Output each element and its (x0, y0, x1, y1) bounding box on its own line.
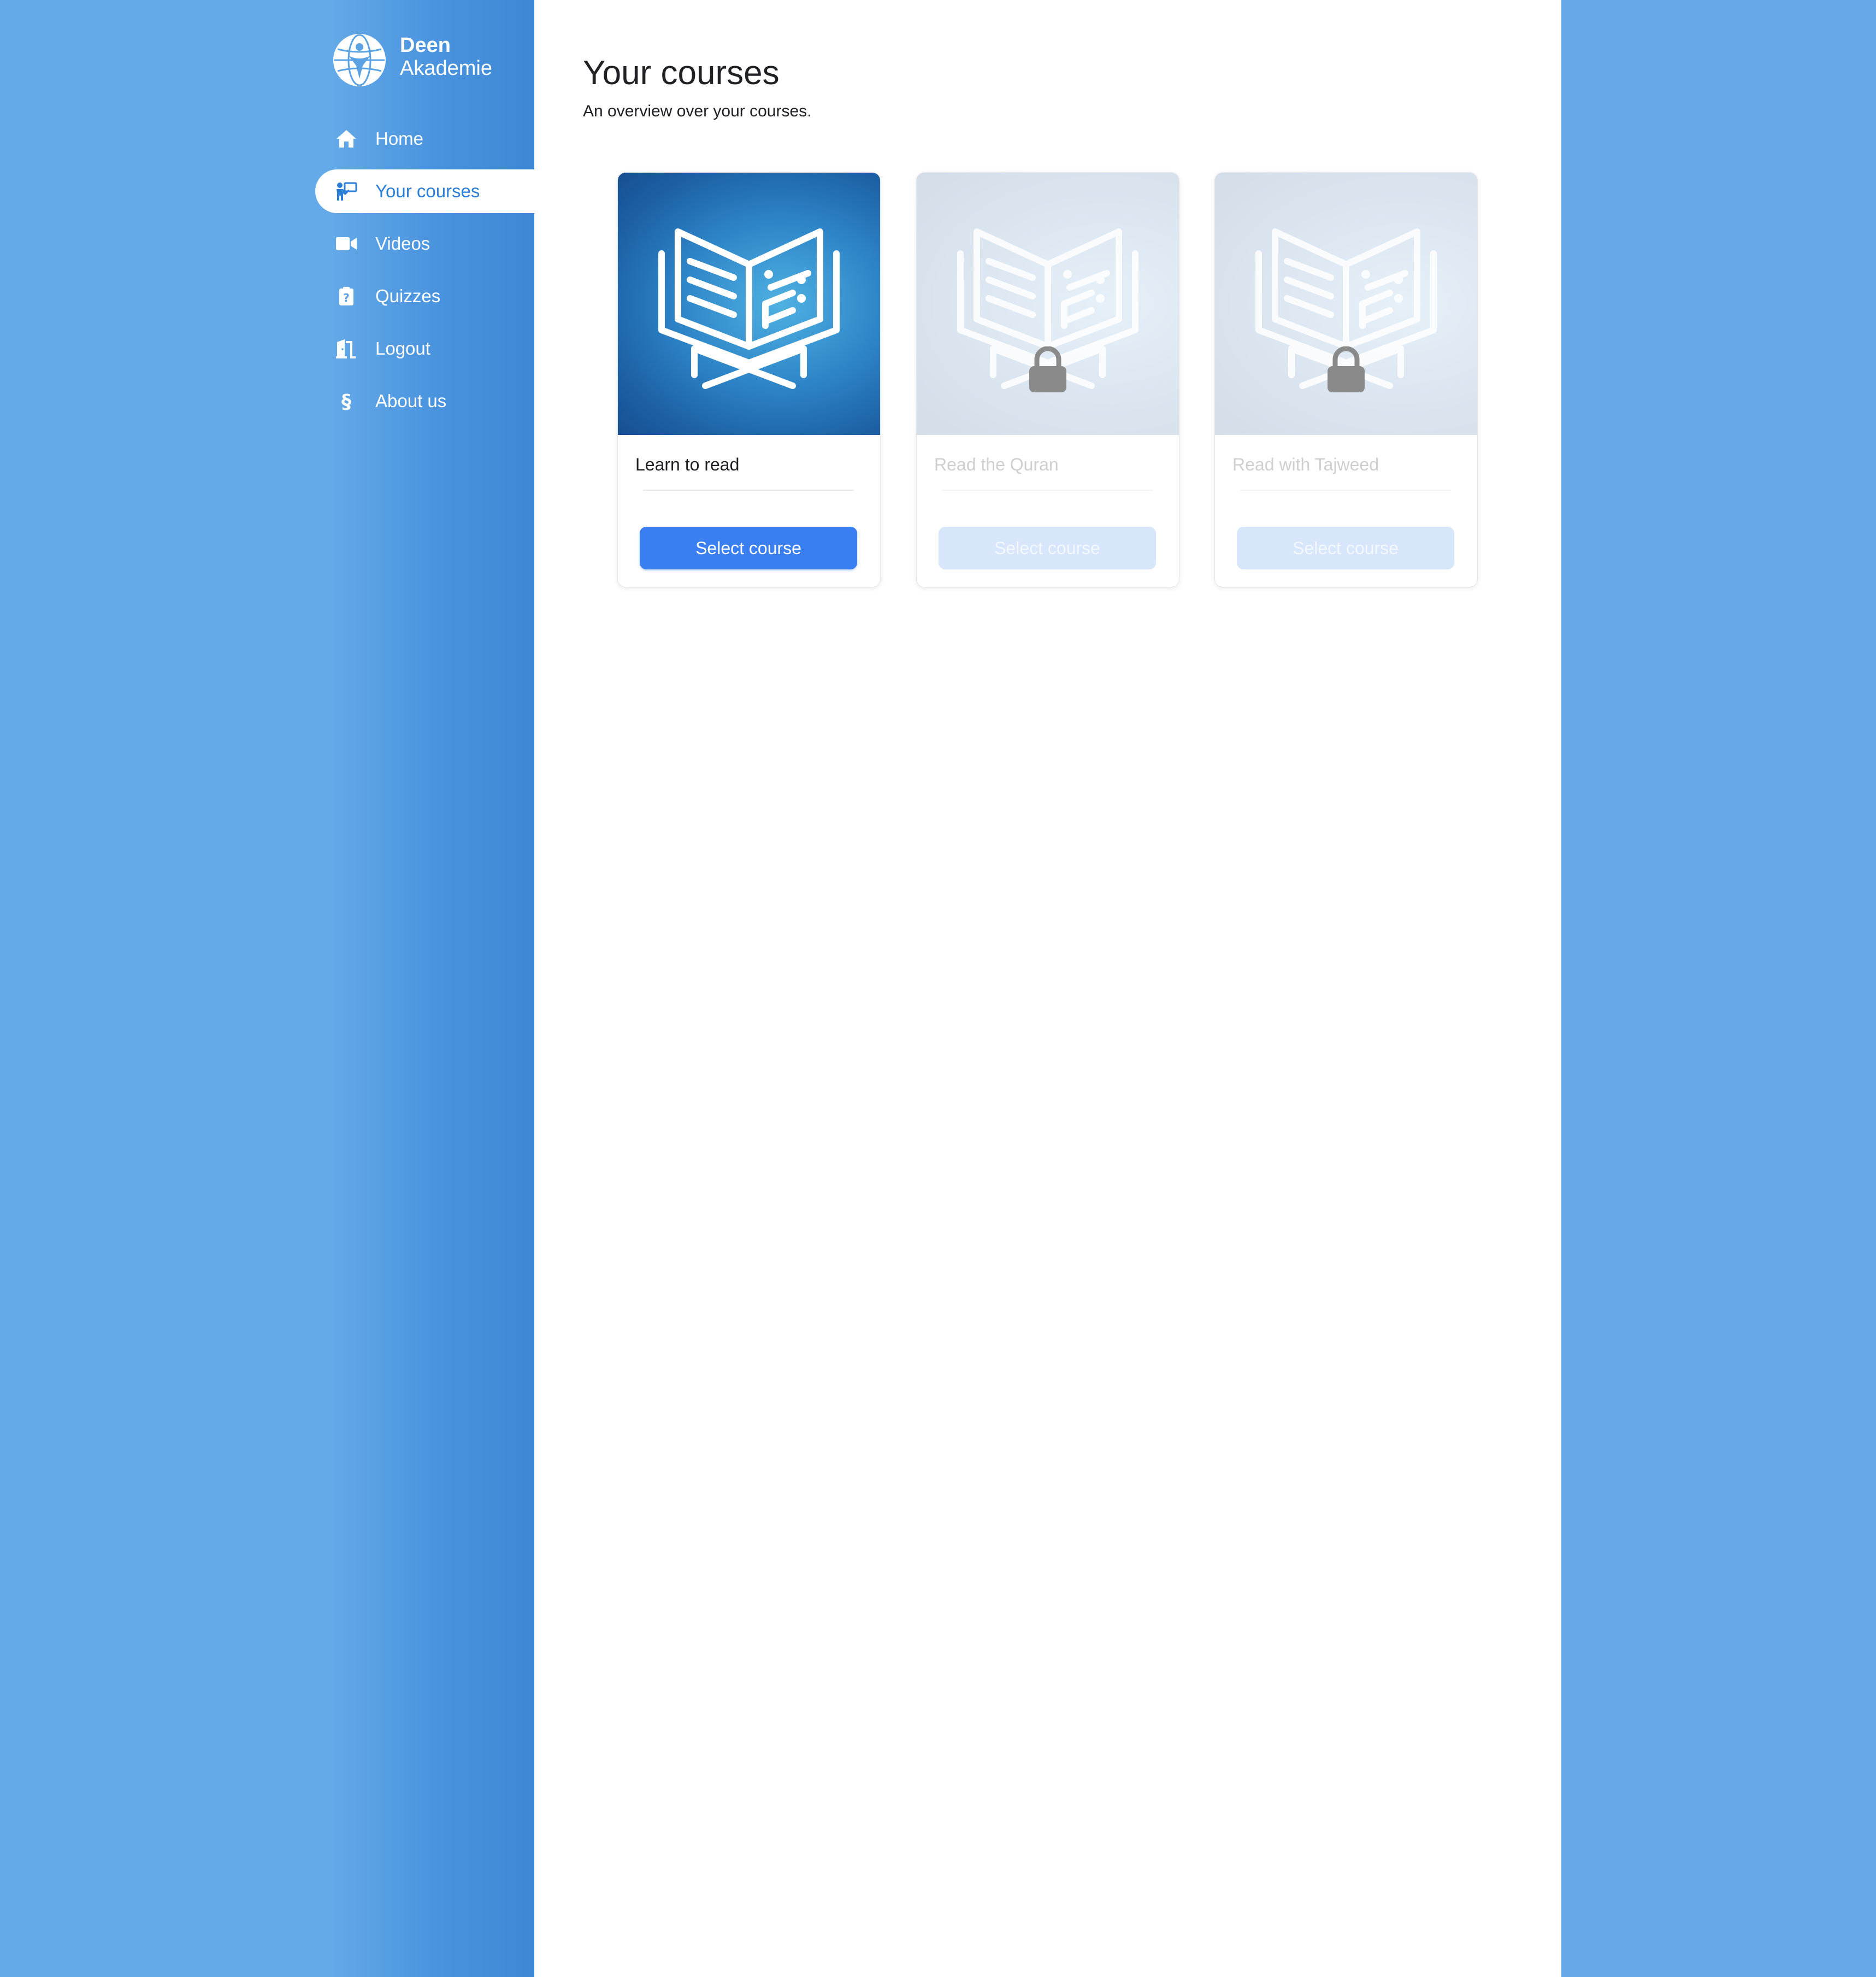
app-logo[interactable]: Deen Akademie (332, 33, 512, 87)
page-subtitle: An overview over your courses. (583, 102, 812, 120)
select-course-button[interactable]: Select course (640, 527, 857, 569)
lock-icon (1328, 346, 1365, 392)
svg-text:§: § (341, 391, 351, 411)
course-card-learn-to-read: Learn to read Select course (618, 173, 880, 587)
sidebar-item-label: Your courses (375, 181, 480, 201)
sidebar-item-label: Logout (375, 338, 430, 358)
sidebar-item-label: About us (375, 391, 447, 411)
logo-line-1: Deen (400, 34, 451, 57)
card-divider (643, 490, 854, 491)
course-title: Read with Tajweed (1232, 455, 1379, 474)
sidebar: Deen Akademie Home Your courses Videos ?… (0, 0, 534, 1977)
course-title: Read the Quran (934, 455, 1059, 474)
sidebar-item-about-us[interactable]: § About us (315, 379, 534, 423)
course-title: Learn to read (635, 455, 740, 474)
home-icon (335, 128, 357, 150)
course-card-read-the-quran: Read the Quran Select course (917, 173, 1179, 587)
video-camera-icon (335, 233, 357, 255)
teacher-icon (335, 180, 357, 202)
sidebar-item-logout[interactable]: Logout (315, 327, 534, 370)
sidebar-item-label: Videos (375, 233, 430, 254)
globe-logo-icon (333, 34, 386, 86)
sidebar-item-videos[interactable]: Videos (315, 222, 534, 266)
section-sign-icon: § (335, 390, 357, 412)
page-title: Your courses (583, 54, 780, 92)
select-course-button[interactable]: Select course (1237, 527, 1454, 569)
card-divider (942, 490, 1153, 491)
quiz-clipboard-icon: ? (335, 285, 357, 307)
sidebar-nav: Home Your courses Videos ? Quizzes Logou… (315, 117, 534, 432)
course-image (1215, 173, 1477, 435)
svg-text:?: ? (343, 291, 350, 304)
app-name: Deen Akademie (400, 34, 492, 80)
select-course-button[interactable]: Select course (939, 527, 1156, 569)
main-content: Your courses An overview over your cours… (534, 0, 1561, 1977)
lock-icon (1029, 346, 1066, 392)
sidebar-item-home[interactable]: Home (315, 117, 534, 161)
door-open-icon (335, 338, 357, 360)
open-book-icon (658, 228, 840, 389)
card-divider (1240, 490, 1451, 491)
sidebar-item-quizzes[interactable]: ? Quizzes (315, 274, 534, 318)
course-image (917, 173, 1179, 435)
logo-line-2: Akademie (400, 57, 492, 80)
course-card-read-with-tajweed: Read with Tajweed Select course (1215, 173, 1477, 587)
course-image (618, 173, 880, 435)
sidebar-item-your-courses[interactable]: Your courses (315, 169, 534, 213)
sidebar-item-label: Quizzes (375, 286, 441, 306)
sidebar-item-label: Home (375, 128, 424, 149)
